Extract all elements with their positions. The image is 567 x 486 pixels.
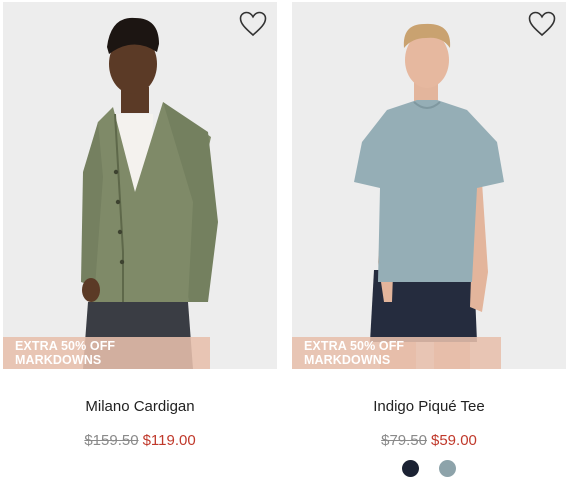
tee-model-illustration — [292, 2, 566, 369]
product-card-milano-cardigan[interactable]: EXTRA 50% OFF MARKDOWNS Milano Cardigan … — [3, 0, 277, 486]
product-card-indigo-pique-tee[interactable]: EXTRA 50% OFF MARKDOWNS Indigo Piqué Tee… — [292, 0, 566, 486]
original-price: $159.50 — [84, 432, 139, 449]
promo-badge: EXTRA 50% OFF MARKDOWNS — [292, 337, 501, 369]
swatch-blue-grey[interactable] — [439, 460, 456, 477]
product-image[interactable]: EXTRA 50% OFF MARKDOWNS — [292, 2, 566, 369]
color-swatches — [292, 460, 566, 477]
heart-outline-icon — [239, 11, 267, 37]
product-name[interactable]: Indigo Piqué Tee — [292, 398, 566, 415]
product-name[interactable]: Milano Cardigan — [3, 398, 277, 415]
sale-price: $119.00 — [142, 432, 196, 449]
heart-outline-icon — [528, 11, 556, 37]
cardigan-model-illustration — [3, 2, 277, 369]
product-price: $79.50 $59.00 — [292, 432, 566, 449]
original-price: $79.50 — [381, 432, 427, 449]
favorite-button[interactable] — [239, 11, 267, 37]
product-price: $159.50 $119.00 — [3, 432, 277, 449]
favorite-button[interactable] — [528, 11, 556, 37]
promo-badge: EXTRA 50% OFF MARKDOWNS — [3, 337, 210, 369]
sale-price: $59.00 — [431, 432, 477, 449]
product-image[interactable]: EXTRA 50% OFF MARKDOWNS — [3, 2, 277, 369]
swatch-navy[interactable] — [402, 460, 419, 477]
